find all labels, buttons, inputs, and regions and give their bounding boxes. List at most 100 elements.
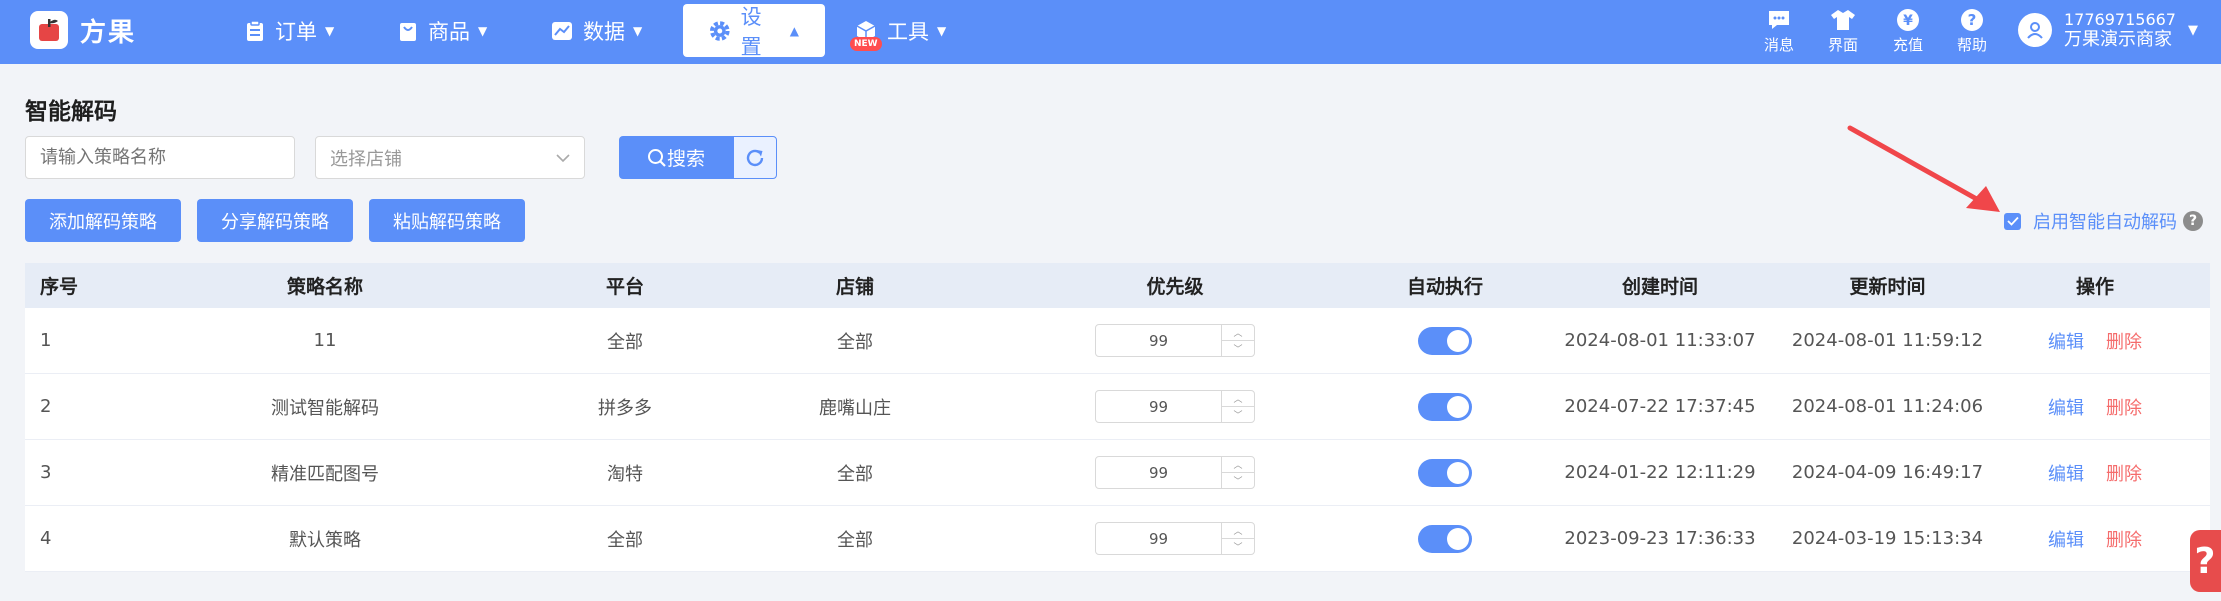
header-updated: 更新时间 — [1849, 276, 1926, 298]
stepper-down-icon[interactable]: ﹀ — [1222, 341, 1254, 356]
row-created: 2024-07-22 17:37:45 — [1564, 396, 1756, 417]
refresh-button[interactable] — [733, 136, 777, 179]
header-actions: 操作 — [2075, 276, 2114, 298]
floating-help-button[interactable]: ? — [2190, 530, 2221, 592]
app-name: 方果 — [80, 17, 137, 48]
nav-settings[interactable]: 设置 ▲ — [683, 4, 825, 59]
edit-link[interactable]: 编辑 — [2048, 464, 2084, 485]
auto-decode-toggle[interactable]: 启用智能自动解码 ? — [2004, 208, 2203, 234]
svg-text:¥: ¥ — [1903, 13, 1913, 29]
priority-value[interactable]: 99 — [1096, 523, 1221, 554]
row-actions: 编辑 删除 — [2010, 526, 2180, 552]
stepper-up-icon[interactable]: ︿ — [1222, 325, 1254, 341]
messages-button[interactable]: 消息 — [1754, 6, 1804, 55]
stepper-down-icon[interactable]: ﹀ — [1222, 407, 1254, 422]
app-logo[interactable]: 方果 — [30, 11, 136, 49]
stepper-up-icon[interactable]: ︿ — [1222, 391, 1254, 407]
priority-value[interactable]: 99 — [1096, 391, 1221, 422]
new-badge: NEW — [850, 37, 882, 51]
priority-value[interactable]: 99 — [1096, 457, 1221, 488]
messages-label: 消息 — [1763, 36, 1794, 54]
row-platform: 淘特 — [607, 463, 643, 485]
shopping-bag-icon — [400, 22, 416, 41]
row-updated: 2024-04-09 16:49:17 — [1791, 462, 1984, 483]
row-name: 默认策略 — [289, 529, 361, 551]
edit-link[interactable]: 编辑 — [2048, 398, 2084, 419]
chevron-up-icon: ▲ — [789, 23, 799, 38]
delete-link[interactable]: 删除 — [2106, 398, 2142, 419]
check-icon — [2006, 216, 2019, 226]
row-auto-run — [1335, 524, 1555, 553]
row-name: 测试智能解码 — [271, 397, 379, 419]
add-strategy-button[interactable]: 添加解码策略 — [25, 199, 181, 242]
auto-run-switch[interactable] — [1418, 524, 1472, 553]
row-auto-run — [1335, 326, 1555, 355]
priority-stepper[interactable]: 99 ︿ ﹀ — [1095, 324, 1255, 357]
interface-label: 界面 — [1827, 36, 1858, 54]
user-name: 万果演示商家 — [2064, 29, 2172, 50]
chevron-down-icon: ▼ — [2187, 22, 2198, 38]
row-priority: 99 ︿ ﹀ — [1015, 324, 1335, 357]
help-button[interactable]: ? 帮助 — [1947, 6, 1997, 55]
yen-icon: ¥ — [1883, 6, 1933, 34]
table-row: 4 默认策略 全部 全部 99 ︿ ﹀ 2023-09-23 17:36:33 2… — [25, 506, 2210, 572]
interface-button[interactable]: 界面 — [1818, 6, 1868, 55]
row-shop: 全部 — [837, 331, 873, 353]
stepper-down-icon[interactable]: ﹀ — [1222, 473, 1254, 488]
edit-link[interactable]: 编辑 — [2048, 332, 2084, 353]
auto-run-switch[interactable] — [1418, 458, 1472, 487]
auto-run-switch[interactable] — [1418, 392, 1472, 421]
row-priority: 99 ︿ ﹀ — [1015, 456, 1335, 489]
chevron-down-icon: ▼ — [478, 23, 488, 38]
auto-decode-checkbox[interactable] — [2004, 212, 2021, 230]
search-icon — [647, 148, 666, 167]
header-platform: 平台 — [605, 276, 644, 298]
question-icon[interactable]: ? — [2183, 211, 2203, 231]
clipboard-icon — [247, 19, 263, 41]
nav-data[interactable]: 数据 ▼ — [551, 4, 642, 57]
row-index: 2 — [40, 396, 52, 417]
header-shop: 店铺 — [835, 276, 874, 298]
row-shop: 全部 — [837, 529, 873, 551]
chevron-down-icon: ▼ — [937, 23, 947, 38]
row-name: 11 — [313, 330, 337, 351]
row-actions: 编辑 删除 — [2010, 394, 2180, 420]
shirt-icon — [1818, 6, 1868, 34]
delete-link[interactable]: 删除 — [2106, 464, 2142, 485]
annotation-arrow — [1847, 125, 2000, 212]
stepper-up-icon[interactable]: ︿ — [1222, 457, 1254, 473]
help-label: 帮助 — [1956, 36, 1987, 54]
row-shop: 鹿嘴山庄 — [819, 397, 891, 419]
strategy-search-input[interactable] — [25, 136, 295, 179]
search-button[interactable]: 搜索 — [619, 136, 733, 179]
stepper-down-icon[interactable]: ﹀ — [1222, 539, 1254, 554]
user-phone: 17769715667 — [2064, 10, 2176, 29]
recharge-button[interactable]: ¥ 充值 — [1883, 6, 1933, 55]
header-created: 创建时间 — [1621, 276, 1698, 298]
table-row: 3 精准匹配图号 淘特 全部 99 ︿ ﹀ 2024-01-22 12:11:29… — [25, 440, 2210, 506]
shop-select[interactable]: 选择店铺 — [315, 136, 585, 179]
row-platform: 全部 — [607, 331, 643, 353]
priority-stepper[interactable]: 99 ︿ ﹀ — [1095, 456, 1255, 489]
delete-link[interactable]: 删除 — [2106, 332, 2142, 353]
priority-value[interactable]: 99 — [1096, 325, 1221, 356]
nav-orders[interactable]: 订单 ▼ — [245, 4, 334, 57]
delete-link[interactable]: 删除 — [2106, 530, 2142, 551]
stepper-up-icon[interactable]: ︿ — [1222, 523, 1254, 539]
nav-products[interactable]: 商品 ▼ — [398, 4, 487, 57]
priority-stepper[interactable]: 99 ︿ ﹀ — [1095, 390, 1255, 423]
user-avatar-icon — [2018, 13, 2052, 47]
paste-strategy-button[interactable]: 粘贴解码策略 — [369, 199, 525, 242]
share-strategy-button[interactable]: 分享解码策略 — [197, 199, 353, 242]
auto-run-switch[interactable] — [1418, 326, 1472, 355]
recharge-label: 充值 — [1892, 36, 1923, 54]
chevron-down-icon: ▼ — [325, 23, 335, 38]
row-actions: 编辑 删除 — [2010, 460, 2180, 486]
nav-tools-label: 工具 — [887, 19, 929, 44]
table-row: 2 测试智能解码 拼多多 鹿嘴山庄 99 ︿ ﹀ 2024-07-22 17:37… — [25, 374, 2210, 440]
edit-link[interactable]: 编辑 — [2048, 530, 2084, 551]
user-menu[interactable]: 17769715667 万果演示商家 ▼ — [2018, 10, 2198, 50]
row-priority: 99 ︿ ﹀ — [1015, 390, 1335, 423]
priority-stepper[interactable]: 99 ︿ ﹀ — [1095, 522, 1255, 555]
nav-settings-label: 设置 — [740, 4, 762, 59]
